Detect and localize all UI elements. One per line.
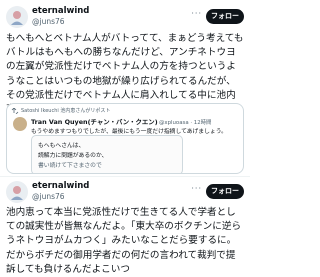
quote-inner-card: もへもへさんは、 読解力に問題があるのか、 書い続けて下さまさので bbox=[31, 135, 183, 173]
quote-text: もうやめますつもりでしたが、最後にもう一度だけ指摘してあげましょう。 bbox=[31, 129, 227, 135]
repost-icon bbox=[11, 108, 19, 114]
repost-header: Satoshi Ikeuchi 池内恵さんがリポスト bbox=[21, 108, 111, 114]
more-options-icon[interactable]: ··· bbox=[191, 9, 202, 18]
inner-line: もへもへさんは、 bbox=[38, 143, 85, 149]
post-2-text: 池内恵って本当に党派性だけで生きてる人で学者としての誠実性が皆無なんだよ。「東大… bbox=[6, 207, 242, 275]
display-name[interactable]: eternalwind bbox=[32, 6, 89, 16]
inner-line: 書い続けて下さまさので bbox=[38, 163, 102, 169]
more-options-icon[interactable]: ··· bbox=[191, 184, 202, 193]
quote-author-name: Tran Van Quyen(チャン・バン・クエン) bbox=[31, 118, 158, 126]
inner-line: 読解力に問題があるのか、 bbox=[38, 153, 108, 159]
avatar-image bbox=[6, 181, 28, 203]
quote-avatar bbox=[13, 117, 27, 131]
quoted-post[interactable]: Satoshi Ikeuchi 池内恵さんがリポスト Tran Van Quye… bbox=[6, 103, 244, 174]
avatar[interactable] bbox=[6, 181, 28, 203]
avatar-image bbox=[6, 6, 28, 28]
avatar[interactable] bbox=[6, 6, 28, 28]
follow-button[interactable]: フォロー bbox=[206, 184, 244, 199]
display-name[interactable]: eternalwind bbox=[32, 181, 89, 191]
user-handle[interactable]: @juns76 bbox=[32, 17, 65, 26]
quote-author-handle: @xpluoasa · 12時間 bbox=[159, 120, 212, 126]
post-divider bbox=[0, 176, 250, 177]
follow-button[interactable]: フォロー bbox=[206, 9, 244, 24]
user-handle[interactable]: @juns76 bbox=[32, 192, 65, 201]
post-1: eternalwind @juns76 ··· フォロー もへもへとベトナム人が… bbox=[0, 0, 250, 175]
